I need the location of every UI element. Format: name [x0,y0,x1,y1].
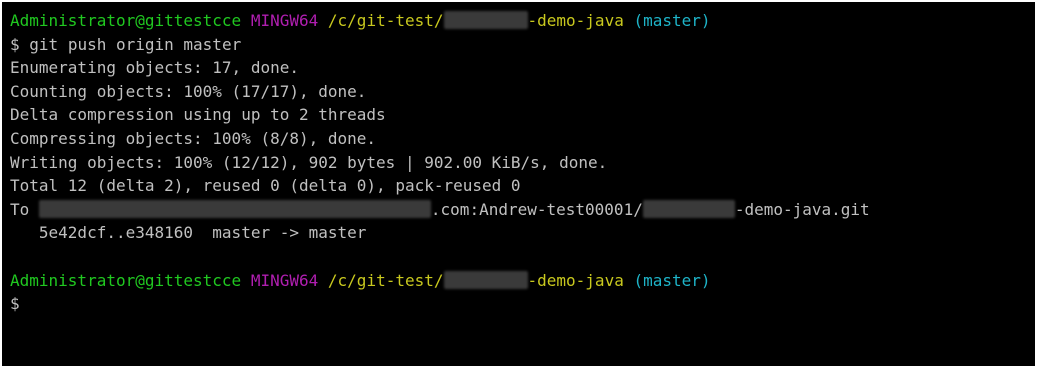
output-line: Delta compression using up to 2 threads [10,105,386,125]
output-line: Counting objects: 100% (17/17), done. [10,81,367,101]
output-line: Writing objects: 100% (12/12), 902 bytes… [10,152,608,172]
redacted-block [443,270,528,289]
prompt-symbol: $ [10,34,20,54]
command-text: git push origin master [29,34,242,54]
output-line: Enumerating objects: 17, done. [10,58,299,78]
prompt-env: MINGW64 [250,270,319,290]
command-line: $ git push origin master [2,33,1035,57]
prompt-env: MINGW64 [250,11,319,30]
redacted-block [443,11,528,29]
ref-update-line: 5e42dcf..e348160 master -> master [10,223,367,243]
prompt-line: Administrator@gittestcce MINGW64 /c/git-… [2,9,1035,33]
redacted-block [642,199,735,218]
prompt-user-host: Administrator@gittestcce [10,11,242,30]
output-line: Total 12 (delta 2), reused 0 (delta 0), … [10,176,521,196]
prompt-symbol: $ [10,294,20,314]
terminal-window[interactable]: Administrator@gittestcce MINGW64 /c/git-… [2,2,1035,366]
remote-host-suffix: .com:Andrew-test00001/ [430,199,643,219]
output-line: Compressing objects: 100% (8/8), done. [10,128,377,148]
prompt-line: Administrator@gittestcce MINGW64 /c/git-… [2,269,1035,293]
prompt-user-host: Administrator@gittestcce [10,270,242,290]
remote-line: To .com:Andrew-test00001/ -demo-java.git [2,198,1035,222]
prompt-path: /c/git-test/-demo-java [327,11,624,30]
redacted-block [38,199,431,218]
prompt-branch: (master) [633,270,711,290]
prompt-branch: (master) [633,11,711,30]
input-line[interactable]: $ [2,292,1035,316]
remote-repo-suffix: -demo-java.git [734,199,870,219]
remote-to-label: To [10,199,30,219]
prompt-path: /c/git-test/-demo-java [327,270,624,290]
